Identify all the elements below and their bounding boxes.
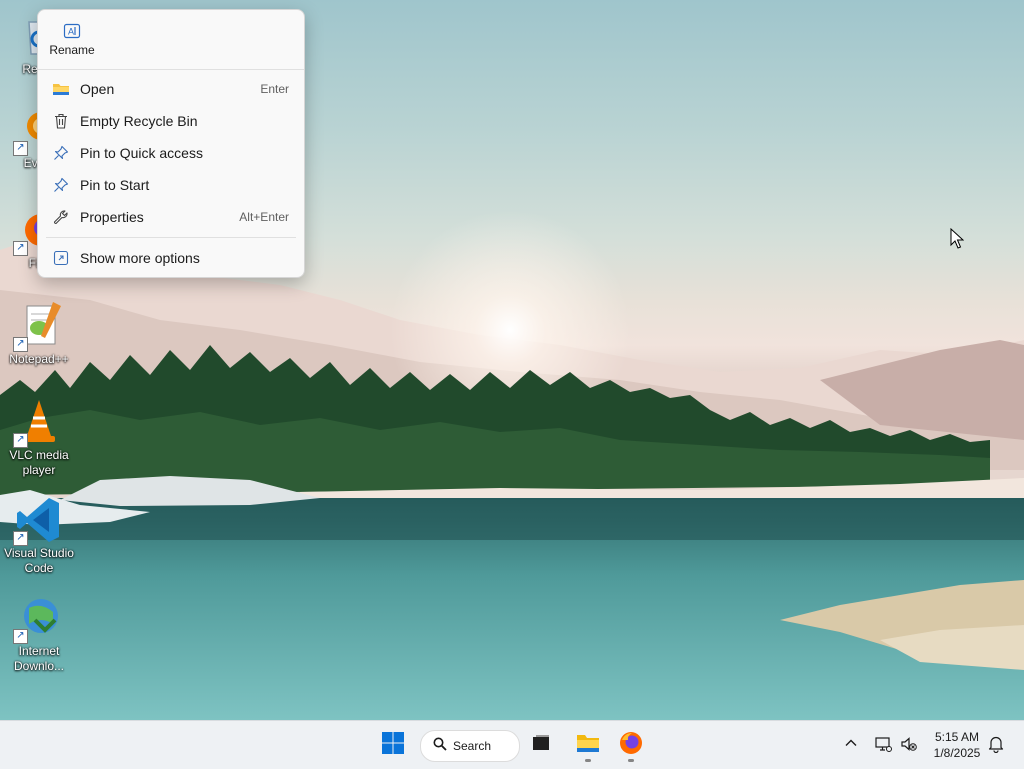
pin-icon	[52, 176, 70, 194]
folder-icon	[52, 80, 70, 98]
menu-item-pin-to-start[interactable]: Pin to Start	[38, 169, 304, 201]
volume-muted-icon	[900, 737, 918, 757]
trash-icon	[52, 112, 70, 130]
network-icon	[874, 737, 892, 757]
menu-item-properties[interactable]: Properties Alt+Enter	[38, 201, 304, 233]
taskbar-firefox[interactable]	[613, 727, 649, 763]
task-view-icon	[531, 733, 551, 758]
network-status-button[interactable]	[874, 735, 892, 758]
running-indicator	[628, 759, 634, 762]
firefox-icon	[619, 731, 643, 760]
menu-item-label: Properties	[80, 209, 144, 225]
menu-separator	[46, 237, 296, 238]
rename-label: Rename	[49, 43, 95, 57]
vlc-icon: ↗	[13, 398, 63, 448]
shortcut-arrow-icon: ↗	[13, 629, 28, 644]
shortcut-arrow-icon: ↗	[13, 433, 28, 448]
expand-icon	[52, 249, 70, 267]
windows-logo-icon	[381, 731, 405, 760]
running-indicator	[585, 759, 591, 762]
chevron-up-icon	[843, 738, 859, 755]
shortcut-arrow-icon: ↗	[13, 531, 28, 546]
menu-item-label: Pin to Start	[80, 177, 150, 193]
menu-item-show-more-options[interactable]: Show more options	[38, 242, 304, 274]
desktop-icon-label: Notepad++	[9, 352, 69, 366]
task-view-button[interactable]	[523, 727, 559, 763]
taskbar-clock[interactable]: 5:15 AM 1/8/2025	[926, 729, 988, 761]
desktop-icon-label: VLC media player	[9, 448, 69, 477]
context-menu-action-bar: A Rename	[38, 10, 304, 70]
menu-item-label: Empty Recycle Bin	[80, 113, 198, 129]
menu-item-label: Open	[80, 81, 115, 97]
file-explorer-icon	[576, 732, 600, 759]
clock-date: 1/8/2025	[933, 746, 981, 760]
shortcut-arrow-icon: ↗	[13, 337, 28, 352]
taskbar-search[interactable]: Search	[420, 730, 520, 762]
notifications-button[interactable]	[988, 735, 1004, 758]
desktop-icon-vlc[interactable]: ↗ VLC media player	[2, 398, 76, 478]
menu-item-shortcut: Enter	[260, 82, 289, 96]
notepad-plus-plus-icon: ↗	[13, 302, 63, 352]
taskbar: Search 5:15 AM 1/8/2025	[0, 720, 1024, 769]
desktop-icon-label: Visual Studio Code	[4, 546, 74, 575]
start-button[interactable]	[375, 727, 411, 763]
menu-item-pin-to-quick-access[interactable]: Pin to Quick access	[38, 137, 304, 169]
menu-item-empty-recycle-bin[interactable]: Empty Recycle Bin	[38, 105, 304, 137]
volume-button[interactable]	[900, 735, 918, 758]
shortcut-arrow-icon: ↗	[13, 241, 28, 256]
rename-button[interactable]: A Rename	[46, 18, 98, 66]
desktop-icon-vscode[interactable]: ↗ Visual Studio Code	[2, 496, 76, 576]
mouse-cursor-icon	[950, 227, 965, 255]
rename-icon: A	[63, 22, 81, 40]
search-label: Search	[453, 739, 492, 753]
wrench-icon	[52, 208, 70, 226]
show-hidden-icons-button[interactable]	[843, 735, 859, 756]
clock-time: 5:15 AM	[934, 730, 980, 744]
menu-item-shortcut: Alt+Enter	[239, 210, 289, 224]
menu-item-label: Show more options	[80, 250, 200, 266]
menu-item-label: Pin to Quick access	[80, 145, 203, 161]
svg-text:A: A	[68, 27, 74, 37]
desktop-icon-notepad-plus-plus[interactable]: ↗ Notepad++	[2, 302, 76, 367]
desktop-icon-label: Internet Downlo...	[13, 644, 65, 673]
vscode-icon: ↗	[13, 496, 63, 546]
context-menu: A Rename Open Enter Empty Recycle Bin Pi…	[37, 9, 305, 278]
pin-icon	[52, 144, 70, 162]
shortcut-arrow-icon: ↗	[13, 141, 28, 156]
search-icon	[433, 737, 447, 756]
bell-icon	[988, 736, 1004, 757]
desktop-icon-internet-download-manager[interactable]: ↗ Internet Downlo...	[2, 594, 76, 674]
taskbar-file-explorer[interactable]	[570, 727, 606, 763]
internet-download-manager-icon: ↗	[13, 594, 63, 644]
menu-item-open[interactable]: Open Enter	[38, 73, 304, 105]
